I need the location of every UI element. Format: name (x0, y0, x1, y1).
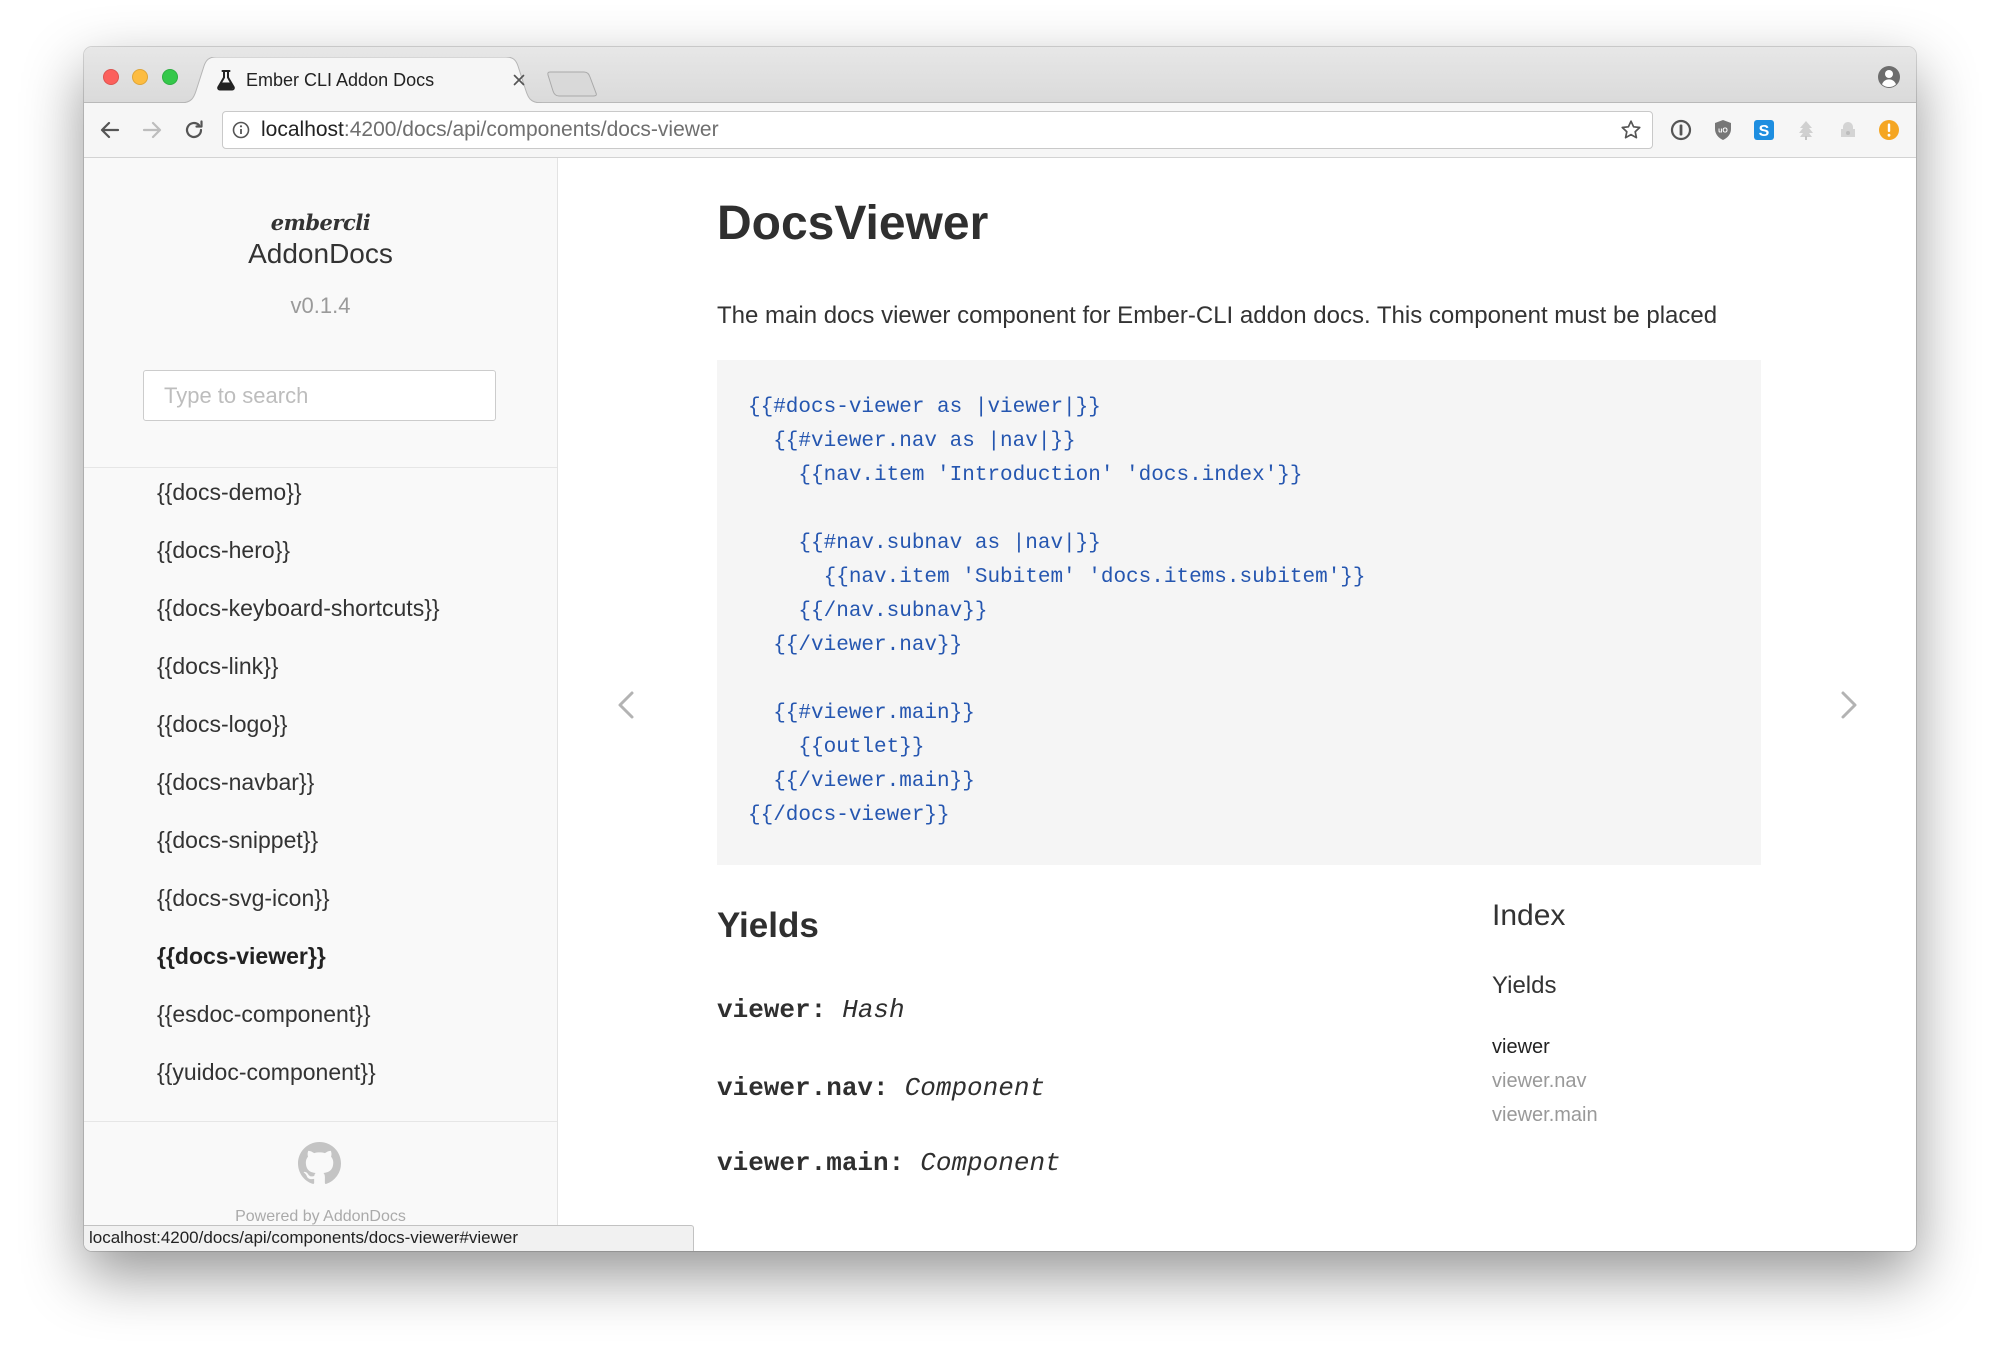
index-heading: Index (1492, 899, 1566, 932)
version-label: v0.1.4 (290, 293, 351, 318)
onepassword-icon[interactable] (1669, 118, 1693, 142)
code-line: {{/docs-viewer}} (748, 804, 950, 827)
sidebar-item-docs-keyboard-shortcuts[interactable]: {{docs-keyboard-shortcuts}} (84, 579, 557, 637)
address-bar[interactable]: localhost:4200/docs/api/components/docs-… (222, 111, 1653, 149)
sidebar-item-docs-logo[interactable]: {{docs-logo}} (84, 695, 557, 753)
code-line: {{/viewer.nav}} (748, 634, 963, 657)
chevron-left-icon[interactable] (616, 690, 636, 720)
sidebar-item-docs-svg-icon[interactable]: {{docs-svg-icon}} (84, 869, 557, 927)
page-title: DocsViewer (717, 197, 989, 250)
info-icon[interactable] (232, 121, 250, 139)
sidebar-nav: {{docs-demo}} {{docs-hero}} {{docs-keybo… (84, 463, 557, 1101)
sidebar: embercli AddonDocs v0.1.4 {{docs-demo}} … (84, 158, 558, 1251)
code-line: {{nav.item 'Introduction' 'docs.index'}} (748, 464, 1303, 487)
yields-heading: Yields (717, 906, 819, 945)
code-line: {{nav.item 'Subitem' 'docs.items.subitem… (748, 566, 1366, 589)
code-line: {{#nav.subnav as |nav|}} (748, 532, 1101, 555)
code-line: {{#docs-viewer as |viewer|}} (748, 396, 1101, 419)
window-close-button[interactable] (103, 69, 119, 85)
logo-addondocs[interactable]: AddonDocs (84, 238, 557, 270)
yield-item: viewer: Hash (717, 992, 905, 1028)
yield-type: Component (920, 1148, 1061, 1178)
url-text[interactable]: localhost:4200/docs/api/components/docs-… (261, 112, 719, 148)
yield-item: viewer.main: Component (717, 1145, 1061, 1181)
window-minimize-button[interactable] (132, 69, 148, 85)
github-icon[interactable] (298, 1142, 341, 1185)
disabled-extension-icon[interactable] (1836, 118, 1860, 142)
skype-letters: S (1759, 123, 1770, 140)
code-snippet: {{#docs-viewer as |viewer|}} {{#viewer.n… (717, 360, 1761, 865)
back-arrow-icon[interactable] (98, 118, 122, 142)
skype-icon[interactable]: S (1752, 118, 1776, 142)
ublock-icon[interactable]: uO (1711, 118, 1735, 142)
main-content: DocsViewer The main docs viewer componen… (558, 158, 1916, 1251)
window-zoom-button[interactable] (162, 69, 178, 85)
browser-tab-active[interactable]: Ember CLI Addon Docs (180, 57, 542, 103)
sidebar-item-docs-demo[interactable]: {{docs-demo}} (84, 463, 557, 521)
tab-title: Ember CLI Addon Docs (246, 70, 435, 90)
search-input[interactable] (143, 370, 496, 421)
yield-name: viewer.nav: (717, 1073, 889, 1103)
yield-item: viewer.nav: Component (717, 1070, 1045, 1106)
sidebar-item-docs-hero[interactable]: {{docs-hero}} (84, 521, 557, 579)
alert-icon[interactable] (1877, 118, 1901, 142)
component-description: The main docs viewer component for Ember… (717, 302, 1718, 329)
doc-article: DocsViewer The main docs viewer componen… (717, 158, 1761, 1251)
page-content: embercli AddonDocs v0.1.4 {{docs-demo}} … (84, 158, 1916, 1251)
browser-window: Ember CLI Addon Docs localhost:4200/docs… (84, 47, 1916, 1251)
index-link-viewer[interactable]: viewer (1492, 1032, 1550, 1062)
forward-arrow-icon[interactable] (140, 118, 164, 142)
sidebar-item-docs-viewer[interactable]: {{docs-viewer}} (84, 927, 557, 985)
sidebar-item-docs-snippet[interactable]: {{docs-snippet}} (84, 811, 557, 869)
footer-divider (84, 1121, 557, 1122)
index-link-viewer-nav[interactable]: viewer.nav (1492, 1066, 1587, 1096)
yield-name: viewer.main: (717, 1148, 905, 1178)
url-host: localhost (261, 118, 344, 141)
profile-icon[interactable] (1877, 65, 1901, 89)
ublock-letters: uO (1718, 128, 1728, 135)
yield-type: Hash (842, 995, 905, 1025)
status-bar-url: localhost:4200/docs/api/components/docs-… (84, 1225, 694, 1251)
code-line: {{#viewer.nav as |nav|}} (748, 430, 1076, 453)
flask-icon (217, 70, 235, 91)
url-path: :4200/docs/api/components/docs-viewer (343, 118, 719, 141)
sidebar-item-yuidoc-component[interactable]: {{yuidoc-component}} (84, 1043, 557, 1101)
code-line: {{/nav.subnav}} (748, 600, 988, 623)
yield-type: Component (904, 1073, 1046, 1103)
code-line: {{outlet}} (748, 736, 925, 759)
reload-icon[interactable] (182, 118, 206, 142)
index-link-viewer-main[interactable]: viewer.main (1492, 1100, 1598, 1130)
chevron-right-icon[interactable] (1839, 690, 1859, 720)
browser-toolbar: localhost:4200/docs/api/components/docs-… (84, 103, 1916, 158)
disabled-extension-icon[interactable] (1794, 118, 1818, 142)
sidebar-item-esdoc-component[interactable]: {{esdoc-component}} (84, 985, 557, 1043)
sidebar-item-docs-link[interactable]: {{docs-link}} (84, 637, 557, 695)
index-section-yields: Yields (1492, 972, 1557, 999)
new-tab-button[interactable] (546, 71, 598, 97)
logo-embercli[interactable]: embercli (84, 208, 557, 238)
sidebar-item-docs-navbar[interactable]: {{docs-navbar}} (84, 753, 557, 811)
yield-name: viewer: (717, 995, 827, 1025)
code-line: {{#viewer.main}} (748, 702, 975, 725)
close-tab-icon[interactable] (511, 72, 527, 88)
tab-strip: Ember CLI Addon Docs (84, 47, 1916, 103)
bookmark-star-icon[interactable] (1619, 118, 1643, 142)
code-line: {{/viewer.main}} (748, 770, 975, 793)
